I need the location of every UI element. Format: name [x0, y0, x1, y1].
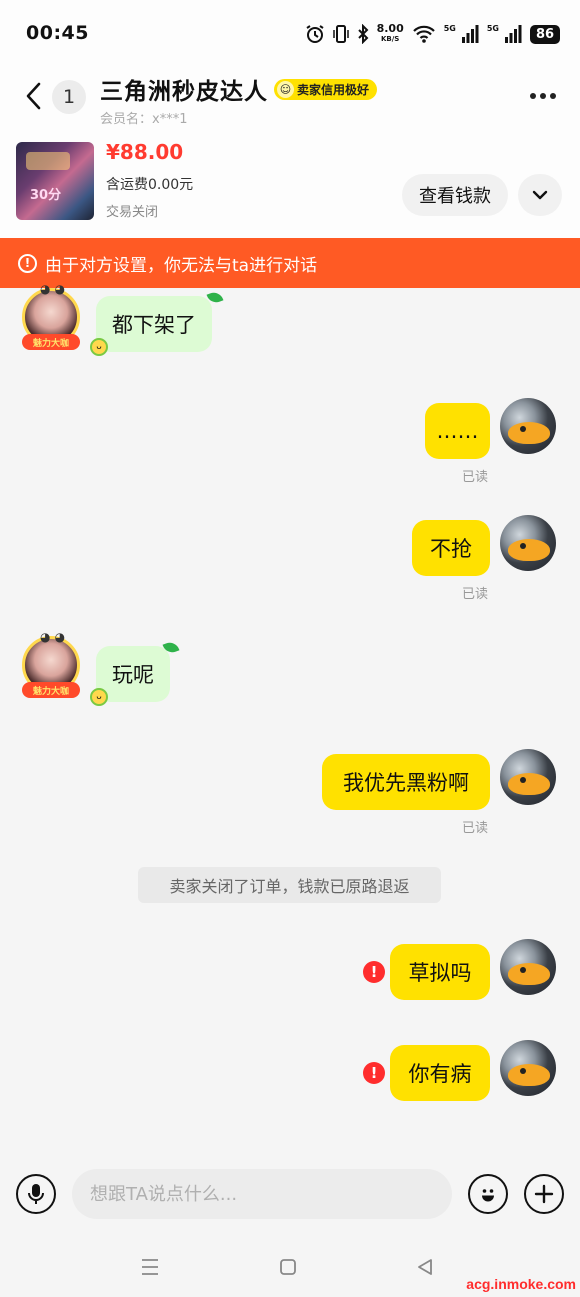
- bluetooth-icon: [357, 24, 369, 44]
- avatar-ribbon: 魅力大咖: [22, 682, 80, 698]
- nav-back-button[interactable]: [410, 1254, 440, 1280]
- status-time: 00:45: [26, 22, 89, 44]
- avatar-image: [508, 963, 550, 985]
- avatar-eye: [520, 777, 526, 783]
- more-options-button[interactable]: [526, 80, 560, 112]
- status-icons: 8.00 KB/S 5G 5G 86: [305, 20, 560, 48]
- back-triangle-icon: [418, 1259, 432, 1275]
- avatar-eye: [520, 967, 526, 973]
- smiley-icon: ☺: [277, 80, 294, 98]
- network-type-1: 5G: [443, 23, 456, 33]
- read-status: 已读: [462, 587, 489, 602]
- credit-badge-label: 卖家信用极好: [297, 82, 370, 97]
- frog-sticker-icon: ᴗ: [90, 688, 108, 706]
- send-failed-icon[interactable]: !: [363, 961, 385, 983]
- avatar-image: [508, 1064, 550, 1086]
- signal-icon-1: [461, 25, 479, 43]
- back-button[interactable]: [18, 78, 50, 114]
- emoji-icon: [482, 1189, 494, 1202]
- seller-avatar[interactable]: ◕ ◕ 魅力大咖: [18, 282, 84, 350]
- avatar-eye: [520, 426, 526, 432]
- shipping-info: 含运费0.00元: [106, 177, 194, 193]
- message-bubble[interactable]: 都下架了: [96, 296, 212, 352]
- home-square-icon: [280, 1259, 296, 1275]
- my-avatar[interactable]: [500, 939, 556, 995]
- chevron-down-icon: [532, 190, 548, 200]
- nav-menu-button[interactable]: [135, 1254, 165, 1280]
- network-speed: 8.00 KB/S: [376, 22, 404, 44]
- chat-title[interactable]: 三角洲秒皮达人: [100, 72, 268, 106]
- chat-header: 1 三角洲秒皮达人 ☺ 卖家信用极好 会员名：x***1: [0, 66, 580, 127]
- read-status: 已读: [462, 470, 489, 485]
- network-speed-unit: KB/S: [380, 35, 400, 43]
- avatar-decoration: ◕ ◕: [40, 282, 66, 296]
- more-actions-button[interactable]: [524, 1174, 564, 1214]
- menu-icon: [142, 1259, 158, 1275]
- my-avatar[interactable]: [500, 749, 556, 805]
- message-bubble[interactable]: 不抢: [412, 520, 490, 576]
- more-dot-icon: [530, 93, 536, 99]
- warning-banner: ! 由于对方设置，你无法与ta进行对话: [0, 238, 580, 288]
- product-price: ¥88.00: [106, 140, 184, 164]
- system-message: 卖家关闭了订单，钱款已原路退返: [138, 867, 441, 903]
- my-avatar[interactable]: [500, 398, 556, 454]
- thumbnail-text: 30分: [30, 188, 62, 203]
- seller-avatar[interactable]: ◕ ◕ 魅力大咖: [18, 630, 84, 698]
- chevron-left-icon: [26, 82, 41, 110]
- message-bubble[interactable]: 我优先黑粉啊: [322, 754, 490, 810]
- signal-icon-2: [504, 25, 522, 43]
- more-dot-icon: [540, 93, 546, 99]
- avatar-eye: [520, 543, 526, 549]
- message-bubble[interactable]: 你有病: [390, 1045, 490, 1101]
- message-bubble[interactable]: ……: [425, 403, 490, 459]
- title-block[interactable]: 三角洲秒皮达人 ☺ 卖家信用极好 会员名：x***1: [100, 72, 378, 127]
- status-bar: 00:45 8.00 KB/S 5G 5G 86: [0, 0, 580, 66]
- thumbnail-decoration: [26, 152, 70, 170]
- avatar-image: [508, 539, 550, 561]
- expand-button[interactable]: [518, 174, 562, 216]
- watermark: acg.inmoke.com: [466, 1276, 576, 1292]
- my-avatar[interactable]: [500, 515, 556, 571]
- avatar-decoration: ◕ ◕: [40, 630, 66, 644]
- microphone-icon: [28, 1184, 44, 1204]
- read-status: 已读: [462, 821, 489, 836]
- alarm-icon: [305, 24, 325, 44]
- vibrate-icon: [332, 24, 349, 44]
- product-thumbnail[interactable]: 30分: [16, 142, 94, 220]
- unread-count-badge[interactable]: 1: [52, 80, 86, 114]
- credit-badge[interactable]: ☺ 卖家信用极好: [274, 78, 378, 100]
- avatar-image: [508, 422, 550, 444]
- avatar-ribbon: 魅力大咖: [22, 334, 80, 350]
- message-input[interactable]: [72, 1169, 452, 1219]
- avatar-image: [508, 773, 550, 795]
- battery-indicator: 86: [530, 24, 560, 44]
- product-card[interactable]: 30分 ¥88.00 含运费0.00元 交易关闭 查看钱款: [0, 138, 580, 234]
- emoji-button[interactable]: [468, 1174, 508, 1214]
- send-failed-icon[interactable]: !: [363, 1062, 385, 1084]
- plus-icon: [534, 1184, 554, 1204]
- nav-home-button[interactable]: [273, 1254, 303, 1280]
- message-bubble[interactable]: 草拟吗: [390, 944, 490, 1000]
- avatar-eye: [520, 1068, 526, 1074]
- voice-button[interactable]: [16, 1174, 56, 1214]
- member-name: 会员名：x***1: [100, 112, 188, 127]
- wifi-icon: [412, 25, 436, 43]
- network-type-2: 5G: [486, 23, 499, 33]
- warning-text: 由于对方设置，你无法与ta进行对话: [45, 255, 318, 276]
- frog-sticker-icon: ᴗ: [90, 338, 108, 356]
- view-money-button[interactable]: 查看钱款: [402, 174, 508, 216]
- network-speed-value: 8.00: [376, 22, 404, 35]
- my-avatar[interactable]: [500, 1040, 556, 1096]
- order-status: 交易关闭: [106, 205, 159, 220]
- more-dot-icon: [550, 93, 556, 99]
- info-icon: !: [18, 253, 37, 273]
